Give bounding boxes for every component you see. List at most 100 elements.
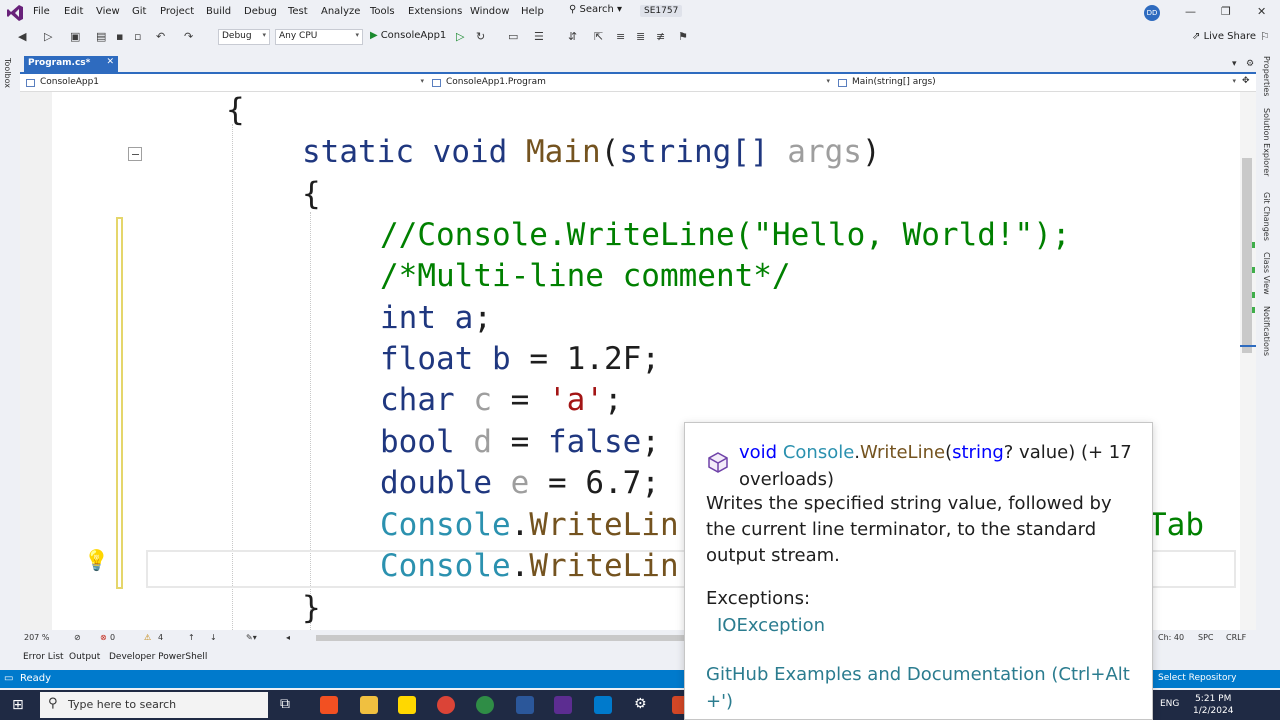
brush-icon[interactable]: ✎▾: [246, 633, 257, 642]
back-icon[interactable]: ◀: [18, 30, 26, 43]
visual-studio-code-icon[interactable]: [594, 696, 612, 714]
start-debugging-button[interactable]: ▶ ConsoleApp1: [370, 30, 446, 41]
word-icon[interactable]: [516, 696, 534, 714]
chrome-icon[interactable]: [437, 696, 455, 714]
start-without-debugging-icon[interactable]: ▷: [456, 30, 464, 43]
uncomment-icon[interactable]: ≢: [656, 30, 665, 43]
visual-studio-logo-icon[interactable]: [6, 4, 24, 22]
arrow-down-icon[interactable]: ↓: [210, 633, 217, 642]
zoom-level[interactable]: 207 %: [24, 633, 49, 642]
toolbar-icon[interactable]: ⇱: [594, 30, 603, 43]
settings-icon[interactable]: ⚙: [1246, 59, 1254, 69]
undo-icon[interactable]: ↶: [156, 30, 165, 43]
save-all-icon[interactable]: ▫: [134, 30, 141, 43]
toolbar-icon[interactable]: ▭: [508, 30, 518, 43]
live-share-button[interactable]: ⇗ Live Share: [1192, 31, 1256, 42]
menu-help[interactable]: Help: [521, 6, 544, 17]
tab-developer-powershell[interactable]: Developer PowerShell: [109, 652, 207, 662]
close-icon[interactable]: ✕: [106, 57, 114, 67]
tab-notifications[interactable]: Notifications: [1262, 306, 1271, 356]
menu-window[interactable]: Window: [470, 6, 509, 17]
clock[interactable]: 5:21 PM 1/2/2024: [1193, 693, 1233, 717]
scroll-left-icon[interactable]: ◂: [286, 633, 290, 642]
tooltip-documentation-link[interactable]: GitHub Examples and Documentation (Ctrl+…: [706, 661, 1146, 715]
horizontal-scrollbar[interactable]: [316, 635, 696, 641]
settings-icon[interactable]: ⚙: [634, 696, 652, 714]
search-label: Search: [579, 4, 614, 15]
forward-icon[interactable]: ▷: [44, 30, 52, 43]
taskbar-search-placeholder: Type here to search: [68, 698, 177, 711]
search-icon: ⚲: [569, 4, 580, 15]
toolbar-icon[interactable]: ☰: [534, 30, 544, 43]
search-icon: ⚲: [48, 696, 58, 711]
windows-start-icon[interactable]: ⊞: [12, 697, 24, 713]
feedback-icon[interactable]: ⚐: [1260, 30, 1270, 43]
hot-reload-icon[interactable]: ↻: [476, 30, 485, 43]
glyph-margin[interactable]: [20, 92, 52, 630]
menu-tools[interactable]: Tools: [370, 6, 395, 17]
toolbar-icon[interactable]: ≡: [616, 30, 625, 43]
type-dropdown[interactable]: ConsoleApp1.Program ▾: [428, 75, 832, 91]
language-indicator[interactable]: ENG: [1160, 699, 1179, 709]
menu-file[interactable]: File: [33, 6, 50, 17]
member-dropdown[interactable]: Main(string[] args) ▾: [834, 75, 1238, 91]
caret-marker: [1240, 345, 1256, 347]
menu-test[interactable]: Test: [288, 6, 308, 17]
error-icon[interactable]: ⊗: [100, 633, 107, 642]
menu-debug[interactable]: Debug: [244, 6, 277, 17]
tab-error-list[interactable]: Error List: [23, 652, 64, 662]
file-explorer-icon[interactable]: [360, 696, 378, 714]
tab-git-changes[interactable]: Git Changes: [1262, 192, 1271, 241]
project-value: ConsoleApp1: [40, 77, 100, 87]
platform-select[interactable]: Any CPU ▾: [275, 29, 363, 45]
redo-icon[interactable]: ↷: [184, 30, 193, 43]
toolbar-icon[interactable]: ⇵: [568, 30, 577, 43]
chevron-down-icon: ▾: [420, 77, 424, 85]
arrow-up-icon[interactable]: ↑: [188, 633, 195, 642]
new-project-icon[interactable]: ▣: [70, 30, 80, 43]
warning-icon[interactable]: ⚠: [144, 633, 151, 642]
app-icon[interactable]: [320, 696, 338, 714]
tab-output[interactable]: Output: [69, 652, 100, 662]
lightbulb-icon[interactable]: 💡: [84, 548, 109, 572]
scrollbar-thumb[interactable]: [1242, 158, 1252, 353]
menu-git[interactable]: Git: [132, 6, 146, 17]
taskbar-search-box[interactable]: ⚲ Type here to search: [40, 692, 268, 718]
search-box[interactable]: ⚲ Search ▾: [565, 4, 626, 21]
bookmark-icon[interactable]: ⚑: [678, 30, 688, 43]
minimize-icon[interactable]: —: [1185, 5, 1196, 18]
vertical-scrollbar[interactable]: [1240, 92, 1256, 630]
configuration-select[interactable]: Debug ▾: [218, 29, 270, 45]
maximize-icon[interactable]: ❐: [1221, 5, 1231, 18]
tooltip-exception-link[interactable]: IOException: [717, 615, 825, 636]
menu-view[interactable]: View: [96, 6, 120, 17]
menu-analyze[interactable]: Analyze: [321, 6, 360, 17]
user-avatar[interactable]: DD: [1144, 5, 1160, 21]
toolbox-tab[interactable]: Toolbox: [3, 58, 12, 88]
app-icon[interactable]: [554, 696, 572, 714]
collapse-icon[interactable]: [128, 147, 142, 161]
health-icon[interactable]: ⊘: [74, 633, 81, 642]
sticky-notes-icon[interactable]: [398, 696, 416, 714]
menu-extensions[interactable]: Extensions: [408, 6, 462, 17]
task-view-icon[interactable]: ⧉: [280, 696, 298, 714]
open-file-icon[interactable]: ▤: [96, 30, 106, 43]
menu-edit[interactable]: Edit: [64, 6, 83, 17]
start-label: ConsoleApp1: [380, 30, 447, 41]
tab-class-view[interactable]: Class View: [1262, 252, 1271, 295]
app-icon[interactable]: [476, 696, 494, 714]
tab-solution-explorer[interactable]: Solution Explorer: [1262, 108, 1271, 176]
split-icon[interactable]: ✥: [1242, 76, 1250, 86]
menu-build[interactable]: Build: [206, 6, 231, 17]
tab-program-cs[interactable]: Program.cs* ✕: [24, 56, 118, 72]
close-window-icon[interactable]: ✕: [1257, 5, 1266, 18]
chevron-down-icon[interactable]: ▾: [1232, 59, 1237, 69]
menu-project[interactable]: Project: [160, 6, 194, 17]
chevron-down-icon: ▾: [613, 4, 623, 15]
project-dropdown[interactable]: ConsoleApp1 ▾: [22, 75, 426, 91]
select-repository-button[interactable]: Select Repository: [1158, 673, 1236, 683]
tab-properties[interactable]: Properties: [1262, 56, 1271, 96]
comment-icon[interactable]: ≣: [636, 30, 645, 43]
save-icon[interactable]: ▪: [116, 30, 123, 43]
chevron-down-icon: ▾: [262, 31, 266, 39]
